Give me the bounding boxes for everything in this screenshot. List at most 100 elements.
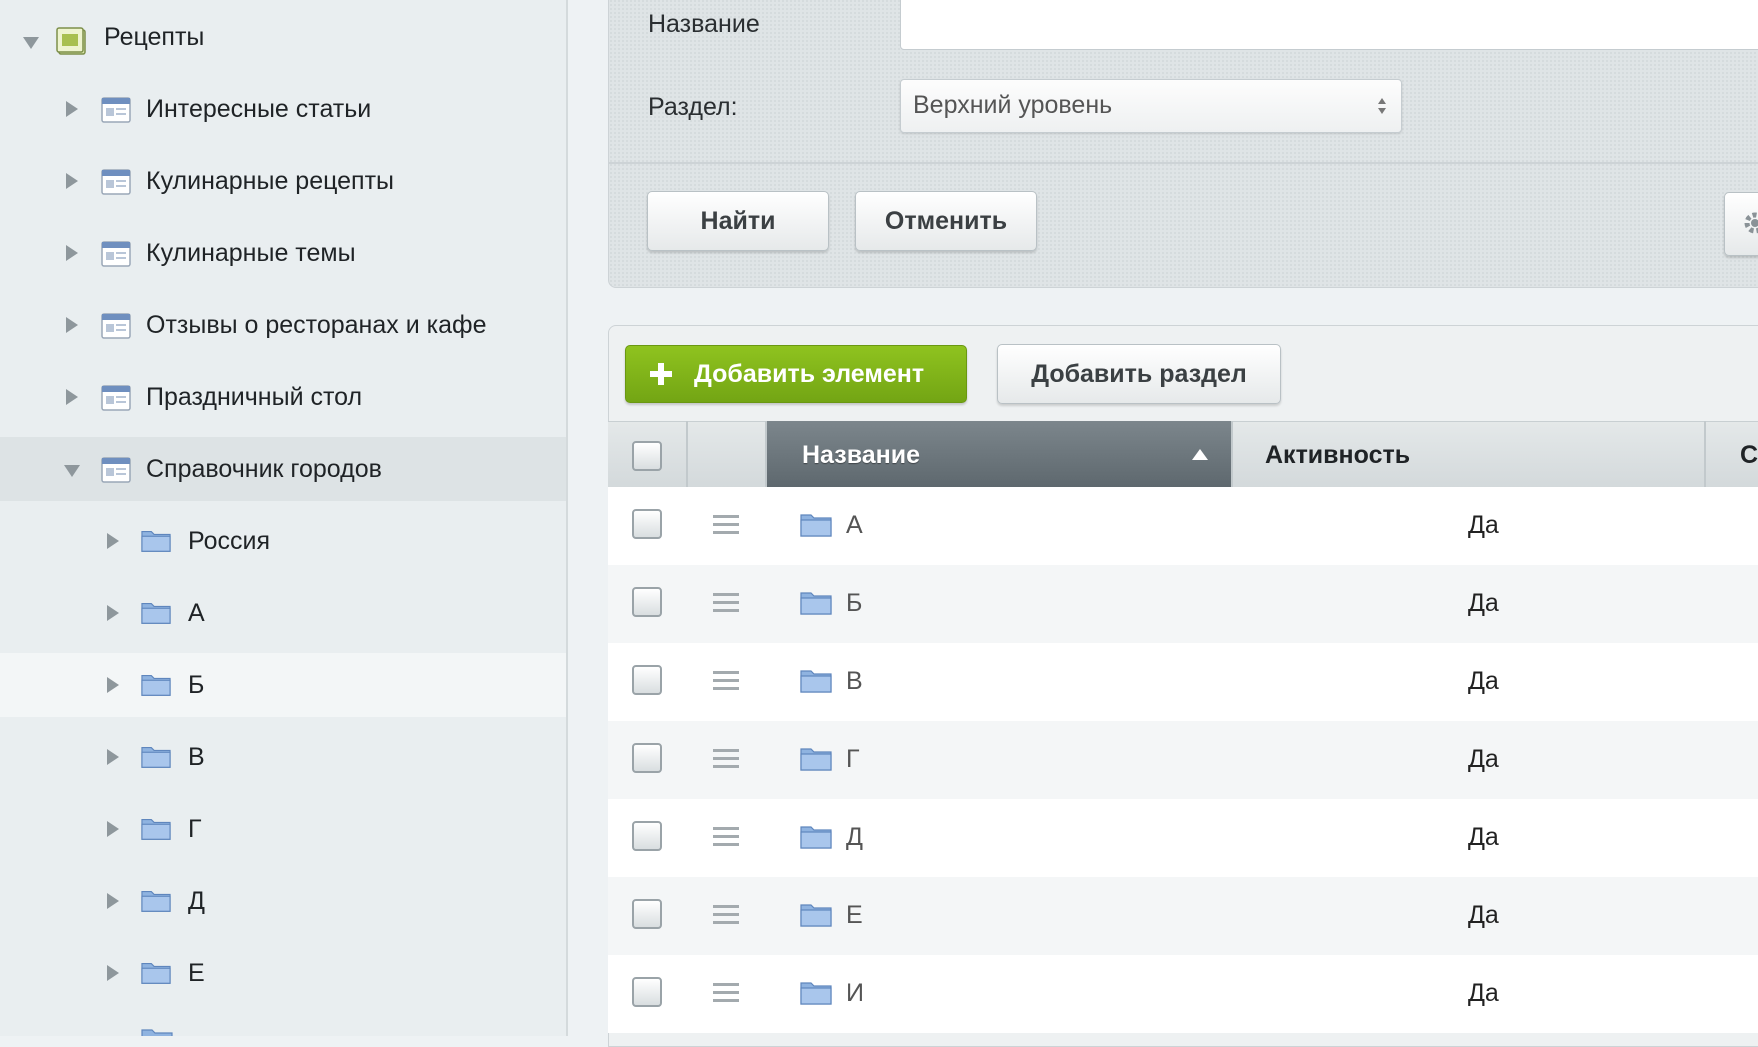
tree-item-folder-a[interactable]: А xyxy=(0,581,566,645)
drag-handle-icon[interactable] xyxy=(713,671,739,691)
table-row[interactable]: Д Да xyxy=(608,799,1758,877)
table-row[interactable]: А Да xyxy=(608,487,1758,565)
row-active: Да xyxy=(1468,667,1499,695)
drag-handle-icon[interactable] xyxy=(713,983,739,1003)
folder-icon xyxy=(800,514,832,537)
row-name[interactable]: Д xyxy=(846,823,863,852)
table-row[interactable]: Е Да xyxy=(608,877,1758,955)
tree-item-recipes[interactable]: Рецепты xyxy=(0,5,566,69)
row-name[interactable]: Г xyxy=(846,745,860,774)
drag-handle-icon[interactable] xyxy=(713,515,739,535)
drag-handle-icon[interactable] xyxy=(713,827,739,847)
folder-icon xyxy=(800,904,832,927)
filter-name-input[interactable] xyxy=(900,0,1758,50)
chevron-down-icon[interactable] xyxy=(23,37,39,49)
chevron-right-icon[interactable] xyxy=(107,965,119,981)
cancel-button[interactable]: Отменить xyxy=(855,191,1037,251)
tree-item-label: Рецепты xyxy=(104,23,205,51)
iblock-icon xyxy=(101,169,131,195)
table-row[interactable]: В Да xyxy=(608,643,1758,721)
row-active: Да xyxy=(1468,901,1499,929)
folder-icon xyxy=(141,531,171,552)
row-name[interactable]: В xyxy=(846,667,863,696)
folder-icon xyxy=(141,1029,173,1036)
tree-item-holiday-table[interactable]: Праздничный стол xyxy=(0,365,566,429)
tree-item-label: Россия xyxy=(188,527,270,555)
settings-button[interactable] xyxy=(1724,192,1758,256)
filter-section-label: Раздел: xyxy=(648,93,738,121)
tree-item-label: Г xyxy=(188,815,202,843)
chevron-right-icon[interactable] xyxy=(107,605,119,621)
tree-item-folder-b[interactable]: Б xyxy=(0,653,566,717)
tree-item-interesting-articles[interactable]: Интересные статьи xyxy=(0,77,566,141)
drag-handle-icon[interactable] xyxy=(713,749,739,769)
chevron-right-icon[interactable] xyxy=(107,821,119,837)
iblock-icon xyxy=(101,97,131,123)
tree-item-label: Справочник городов xyxy=(146,455,382,483)
chevron-right-icon[interactable] xyxy=(107,893,119,909)
row-checkbox[interactable] xyxy=(632,899,662,929)
find-button[interactable]: Найти xyxy=(647,191,829,251)
folder-icon xyxy=(800,592,832,615)
chevron-right-icon[interactable] xyxy=(107,677,119,693)
filter-name-label: Название xyxy=(648,10,760,38)
row-active: Да xyxy=(1468,511,1499,539)
row-name[interactable]: А xyxy=(846,511,863,540)
filter-divider xyxy=(608,162,1758,164)
tree-item-culinary-topics[interactable]: Кулинарные темы xyxy=(0,221,566,285)
row-checkbox[interactable] xyxy=(632,977,662,1007)
tree-item-folder-d[interactable]: Д xyxy=(0,869,566,933)
folder-icon xyxy=(800,748,832,771)
tree-item-label: Праздничный стол xyxy=(146,383,363,411)
tree-item-label: Е xyxy=(188,959,205,987)
row-checkbox[interactable] xyxy=(632,665,662,695)
tree-item-folder-russia[interactable]: Россия xyxy=(0,509,566,573)
tree-item-label: В xyxy=(188,743,205,771)
filter-section-value: Верхний уровень xyxy=(913,91,1113,119)
select-all-checkbox[interactable] xyxy=(632,441,662,471)
row-checkbox[interactable] xyxy=(632,587,662,617)
chevron-right-icon[interactable] xyxy=(66,101,78,117)
chevron-right-icon[interactable] xyxy=(66,389,78,405)
tree-item-city-directory[interactable]: Справочник городов xyxy=(0,437,566,501)
row-active: Да xyxy=(1468,589,1499,617)
tree-item-culinary-recipes[interactable]: Кулинарные рецепты xyxy=(0,149,566,213)
chevron-right-icon[interactable] xyxy=(66,317,78,333)
row-name[interactable]: И xyxy=(846,979,864,1008)
chevron-right-icon[interactable] xyxy=(107,533,119,549)
folder-icon xyxy=(141,963,171,984)
row-checkbox[interactable] xyxy=(632,743,662,773)
folder-icon xyxy=(800,826,832,849)
add-section-button[interactable]: Добавить раздел xyxy=(997,344,1281,404)
column-header-third[interactable]: С xyxy=(1740,441,1758,470)
tree-item-label: Интересные статьи xyxy=(146,95,372,123)
add-element-button[interactable]: Добавить элемент xyxy=(625,345,967,403)
table-row[interactable]: Г Да xyxy=(608,721,1758,799)
row-active: Да xyxy=(1468,823,1499,851)
row-checkbox[interactable] xyxy=(632,509,662,539)
plus-icon xyxy=(650,363,672,385)
tree-item-folder-v[interactable]: В xyxy=(0,725,566,789)
table-row[interactable]: Б Да xyxy=(608,565,1758,643)
row-name[interactable]: Б xyxy=(846,589,862,618)
chevron-right-icon[interactable] xyxy=(107,749,119,765)
tree-item-label: А xyxy=(188,599,205,627)
column-header-active[interactable]: Активность xyxy=(1265,441,1410,470)
column-separator xyxy=(686,421,688,487)
drag-handle-icon[interactable] xyxy=(713,905,739,925)
table-row[interactable]: И Да xyxy=(608,955,1758,1033)
drag-handle-icon[interactable] xyxy=(713,593,739,613)
tree-item-label: Кулинарные темы xyxy=(146,239,356,267)
tree-item-folder-g[interactable]: Г xyxy=(0,797,566,861)
chevron-right-icon[interactable] xyxy=(66,245,78,261)
row-name[interactable]: Е xyxy=(846,901,863,930)
column-header-name-label: Название xyxy=(802,441,921,469)
row-checkbox[interactable] xyxy=(632,821,662,851)
tree-item-folder-e[interactable]: Е xyxy=(0,941,566,1005)
folder-icon xyxy=(141,603,171,624)
filter-section-select[interactable]: Верхний уровень xyxy=(900,79,1402,133)
tree-item-restaurant-reviews[interactable]: Отзывы о ресторанах и кафе xyxy=(0,293,566,357)
chevron-right-icon[interactable] xyxy=(66,173,78,189)
chevron-down-icon[interactable] xyxy=(64,465,80,477)
iblock-icon xyxy=(101,313,131,339)
